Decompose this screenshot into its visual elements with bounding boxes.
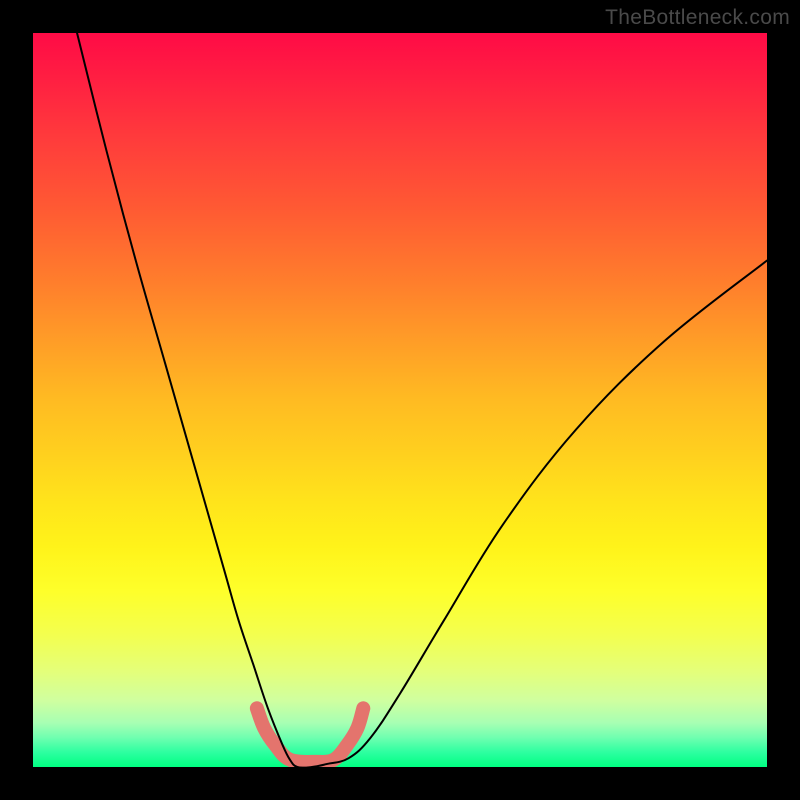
bottleneck-curve	[77, 33, 767, 767]
watermark-text: TheBottleneck.com	[605, 6, 790, 30]
chart-svg	[33, 33, 767, 767]
plot-area	[33, 33, 767, 767]
bottom-marker-band	[257, 708, 363, 762]
chart-frame: TheBottleneck.com	[0, 0, 800, 800]
